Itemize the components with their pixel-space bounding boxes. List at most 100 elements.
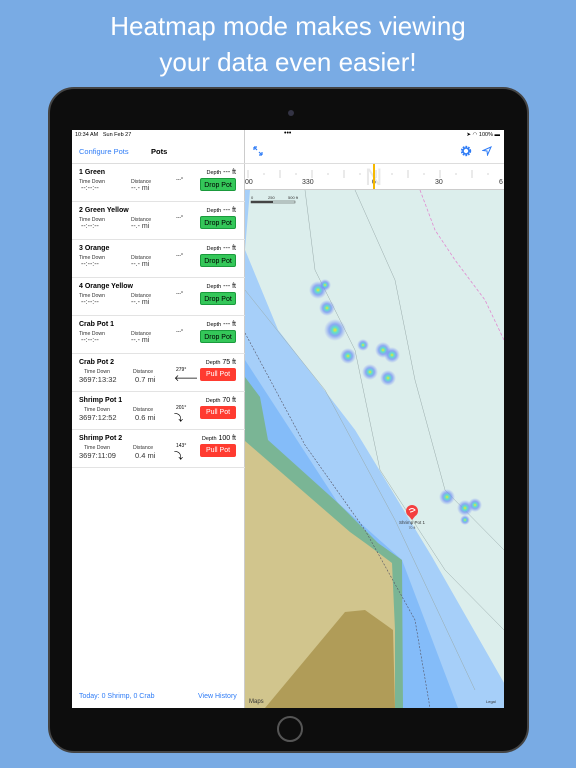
distance-value: --.- mi — [131, 185, 150, 192]
heat-blob — [380, 370, 396, 386]
configure-pots-button[interactable]: Configure Pots — [79, 147, 129, 156]
legal-link[interactable]: Legal — [486, 699, 496, 704]
drop-pot-button[interactable]: Drop Pot — [200, 216, 236, 229]
pot-row[interactable]: Crab Pot 1 Time Down --:--:-- Distance -… — [72, 316, 245, 354]
compass-tick-label: 6 — [499, 179, 503, 186]
heading-value: ---° — [176, 291, 183, 297]
time-down-value: 3697:13:32 — [79, 375, 117, 384]
time-down-value: 3697:11:09 — [79, 451, 116, 460]
gear-icon[interactable] — [460, 145, 472, 157]
heading-value: ---° — [176, 329, 183, 335]
pot-name: 1 Green — [79, 169, 106, 176]
scale-bar-fill — [251, 201, 273, 203]
depth: Depth --- ft — [207, 283, 236, 290]
depth: Depth --- ft — [207, 321, 236, 328]
depth-value: 70 ft — [222, 397, 236, 404]
pot-row[interactable]: 2 Green Yellow Time Down --:--:-- Distan… — [72, 202, 245, 240]
battery-indicator: ➤ ◠ 100% ▬ — [466, 132, 500, 138]
drop-pot-button[interactable]: Drop Pot — [200, 330, 236, 343]
pull-pot-button[interactable]: Pull Pot — [200, 406, 236, 419]
apple-maps-logo: Maps — [249, 699, 264, 705]
today-summary[interactable]: Today: 0 Shrimp, 0 Crab — [79, 693, 154, 700]
depth-value: --- ft — [223, 169, 236, 176]
depth-label: Depth — [201, 436, 217, 442]
direction-arrow-icon: ⤵ — [174, 413, 184, 423]
home-button[interactable] — [277, 716, 303, 742]
headline-line-2: your data even easier! — [159, 47, 417, 77]
depth-label: Depth — [206, 246, 222, 252]
pot-row[interactable]: Crab Pot 2 Time Down 3697:13:32 Distance… — [72, 354, 245, 392]
pin-label: Shrimp Pot 1 — [399, 520, 426, 525]
pot-row[interactable]: Shrimp Pot 1 Time Down 3697:12:52 Distan… — [72, 392, 245, 430]
heading-value: ---° — [176, 253, 183, 259]
sidebar-nav: Configure Pots Pots — [72, 140, 245, 164]
heat-blob — [384, 347, 400, 363]
time-down-value: --:--:-- — [81, 261, 99, 268]
depth: Depth --- ft — [207, 207, 236, 214]
depth: Depth 75 ft — [206, 359, 236, 366]
heat-blob — [357, 339, 369, 351]
view-history-button[interactable]: View History — [198, 693, 237, 700]
compass-tick-label: 330 — [302, 179, 314, 186]
pot-row[interactable]: 1 Green Time Down --:--:-- Distance --.-… — [72, 164, 245, 202]
status-date: Sun Feb 27 — [102, 132, 132, 138]
multitask-dots[interactable]: ••• — [284, 130, 291, 137]
drop-pot-button[interactable]: Drop Pot — [200, 254, 236, 267]
depth: Depth --- ft — [207, 169, 236, 176]
time-down-value: --:--:-- — [81, 185, 99, 192]
depth-value: 75 ft — [222, 359, 236, 366]
time-down-value: 3697:12:52 — [79, 413, 117, 422]
pots-sidebar: Configure Pots Pots 1 Green Time Down --… — [72, 130, 245, 708]
direction-arrow-icon: 🡐 — [174, 373, 199, 383]
compass-tick-label: 30 — [435, 179, 443, 186]
drop-pot-button[interactable]: Drop Pot — [200, 178, 236, 191]
distance-value: 0.4 mi — [135, 451, 156, 460]
heading-indicator — [373, 164, 375, 189]
depth-value: --- ft — [223, 245, 236, 252]
compass-tick-label: 00 — [245, 179, 253, 186]
map-toolbar — [245, 140, 504, 164]
pot-name: Shrimp Pot 2 — [79, 435, 123, 442]
pull-pot-button[interactable]: Pull Pot — [200, 444, 236, 457]
pot-row[interactable]: 3 Orange Time Down --:--:-- Distance --.… — [72, 240, 245, 278]
pot-name: 4 Orange Yellow — [79, 283, 133, 290]
drop-pot-button[interactable]: Drop Pot — [200, 292, 236, 305]
pot-row[interactable]: 4 Orange Yellow Time Down --:--:-- Dista… — [72, 278, 245, 316]
depth-label: Depth — [205, 398, 221, 404]
nautical-chart[interactable]: 0 250 500 ft Shrimp Pot 1 70 ft Maps Leg… — [245, 190, 504, 708]
screen: Configure Pots Pots 1 Green Time Down --… — [72, 130, 504, 708]
direction-arrow-icon: ⤵ — [174, 451, 184, 461]
battery-level: 100% — [478, 132, 493, 138]
heat-blob — [319, 279, 331, 291]
pot-name: Crab Pot 2 — [79, 359, 115, 366]
pot-name: 2 Green Yellow — [79, 207, 129, 214]
pin-depth: 70 ft — [409, 526, 416, 530]
depth: Depth 100 ft — [202, 435, 236, 442]
pot-name: Shrimp Pot 1 — [79, 397, 123, 404]
heat-blob — [468, 498, 482, 512]
distance-value: --.- mi — [131, 337, 150, 344]
depth-label: Depth — [206, 322, 222, 328]
scale-label: 250 — [268, 195, 275, 200]
depth-value: 100 ft — [218, 435, 236, 442]
scale-label: 500 ft — [288, 195, 299, 200]
pot-row[interactable]: Shrimp Pot 2 Time Down 3697:11:09 Distan… — [72, 430, 245, 468]
camera — [288, 110, 294, 116]
time-down-value: --:--:-- — [81, 223, 99, 230]
depth-value: --- ft — [223, 283, 236, 290]
sidebar-title: Pots — [151, 147, 168, 156]
expand-icon[interactable] — [253, 146, 263, 156]
depth-value: --- ft — [223, 207, 236, 214]
heading-value: ---° — [176, 215, 183, 221]
distance-value: --.- mi — [131, 261, 150, 268]
headline-line-1: Heatmap mode makes viewing — [110, 11, 466, 41]
distance-value: --.- mi — [131, 299, 150, 306]
time-down-value: --:--:-- — [81, 299, 99, 306]
heat-blob — [324, 319, 346, 341]
pot-name: 3 Orange — [79, 245, 110, 252]
depth: Depth --- ft — [207, 245, 236, 252]
map-panel[interactable]: 00 330 0 30 6 N — [245, 130, 504, 708]
location-arrow-icon[interactable] — [482, 146, 492, 156]
pull-pot-button[interactable]: Pull Pot — [200, 368, 236, 381]
heat-blob — [340, 348, 356, 364]
